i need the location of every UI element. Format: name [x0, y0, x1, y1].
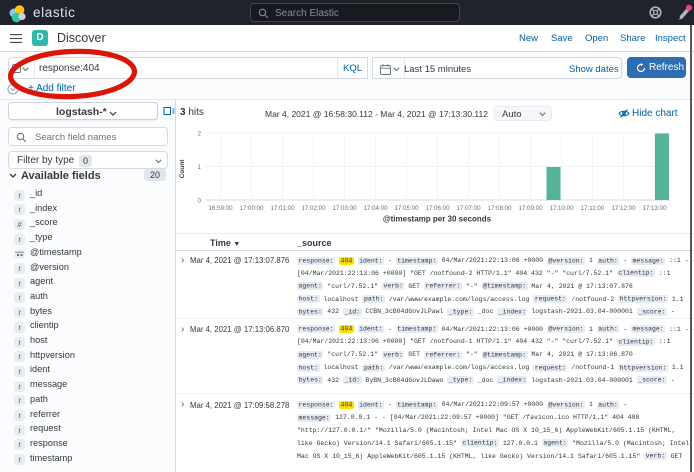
- svg-text:17:09:00: 17:09:00: [518, 205, 543, 212]
- svg-text:2: 2: [198, 131, 202, 138]
- svg-text:17:01:00: 17:01:00: [270, 205, 295, 212]
- svg-text:17:12:00: 17:12:00: [611, 205, 636, 212]
- svg-text:16:59:00: 16:59:00: [208, 205, 233, 212]
- svg-text:@timestamp per 30 seconds: @timestamp per 30 seconds: [383, 215, 492, 224]
- svg-text:17:10:00: 17:10:00: [549, 205, 574, 212]
- svg-text:Count: Count: [179, 159, 186, 179]
- svg-text:1: 1: [198, 164, 202, 171]
- svg-text:17:07:00: 17:07:00: [456, 205, 481, 212]
- svg-text:17:11:00: 17:11:00: [581, 205, 605, 212]
- svg-text:17:05:00: 17:05:00: [394, 205, 419, 212]
- svg-text:17:04:00: 17:04:00: [363, 205, 388, 212]
- svg-text:17:06:00: 17:06:00: [425, 205, 450, 212]
- svg-text:17:02:00: 17:02:00: [301, 205, 326, 212]
- svg-text:0: 0: [198, 198, 202, 205]
- svg-text:17:03:00: 17:03:00: [332, 205, 357, 212]
- svg-text:17:08:00: 17:08:00: [487, 205, 512, 212]
- svg-text:17:00:00: 17:00:00: [239, 205, 264, 212]
- svg-text:17:13:00: 17:13:00: [642, 205, 667, 212]
